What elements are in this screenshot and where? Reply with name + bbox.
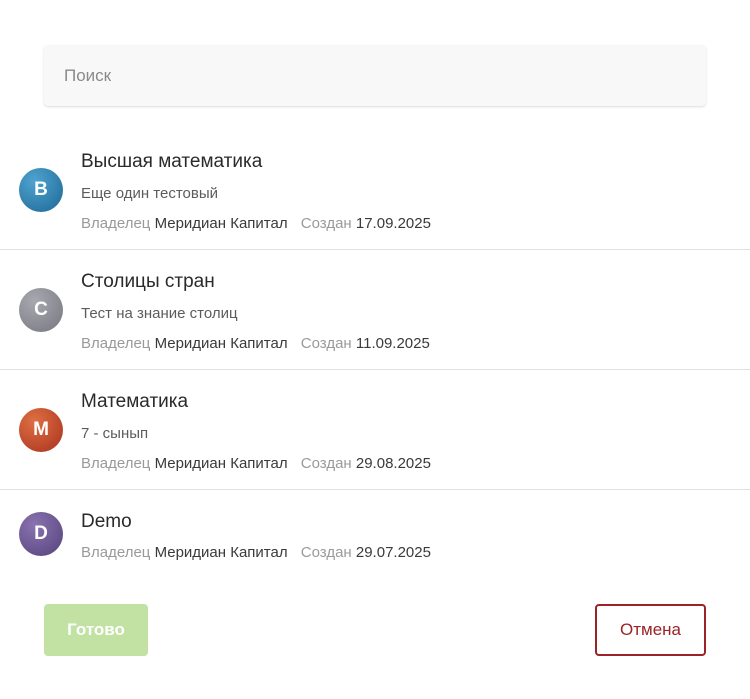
- owner-label: Владелец: [81, 335, 151, 352]
- item-meta: Владелец Меридиан Капитал Создан 29.08.2…: [81, 455, 431, 472]
- done-button[interactable]: Готово: [44, 604, 148, 656]
- avatar: С: [19, 288, 63, 332]
- list-item[interactable]: С Столицы стран Тест на знание столиц Вл…: [0, 250, 750, 370]
- created-value: 11.09.2025: [355, 335, 430, 352]
- list-item[interactable]: В Высшая математика Еще один тестовый Вл…: [0, 130, 750, 250]
- owner-label: Владелец: [81, 455, 151, 472]
- created-value: 29.07.2025: [355, 544, 431, 561]
- item-description: 7 - сынып: [81, 425, 149, 442]
- select-dialog: В Высшая математика Еще один тестовый Вл…: [0, 0, 750, 699]
- item-description: Еще один тестовый: [81, 185, 218, 202]
- search-box: [44, 45, 706, 106]
- list-item[interactable]: D Demo Владелец Меридиан Капитал Создан …: [0, 490, 750, 578]
- list-item[interactable]: М Математика 7 - сынып Владелец Меридиан…: [0, 370, 750, 490]
- owner-label: Владелец: [81, 544, 151, 561]
- owner-value: Меридиан Капитал: [154, 335, 288, 352]
- item-title: Demo: [81, 511, 132, 532]
- created-value: 17.09.2025: [355, 215, 431, 232]
- avatar: В: [19, 168, 63, 212]
- item-description: Тест на знание столиц: [81, 305, 238, 322]
- item-title: Столицы стран: [81, 271, 215, 292]
- avatar: М: [19, 408, 63, 452]
- owner-value: Меридиан Капитал: [154, 455, 288, 472]
- item-meta: Владелец Меридиан Капитал Создан 17.09.2…: [81, 215, 431, 232]
- search-input[interactable]: [44, 45, 706, 106]
- created-value: 29.08.2025: [355, 455, 431, 472]
- test-list: В Высшая математика Еще один тестовый Вл…: [0, 130, 750, 578]
- created-label: Создан: [300, 455, 352, 472]
- cancel-button[interactable]: Отмена: [595, 604, 706, 656]
- item-meta: Владелец Меридиан Капитал Создан 29.07.2…: [81, 544, 431, 561]
- owner-label: Владелец: [81, 215, 151, 232]
- created-label: Создан: [300, 215, 352, 232]
- item-meta: Владелец Меридиан Капитал Создан 11.09.2…: [81, 335, 430, 352]
- item-title: Математика: [81, 391, 189, 412]
- owner-value: Меридиан Капитал: [154, 215, 288, 232]
- created-label: Создан: [300, 335, 352, 352]
- created-label: Создан: [300, 544, 352, 561]
- owner-value: Меридиан Капитал: [154, 544, 288, 561]
- avatar: D: [19, 512, 63, 556]
- item-title: Высшая математика: [81, 151, 263, 172]
